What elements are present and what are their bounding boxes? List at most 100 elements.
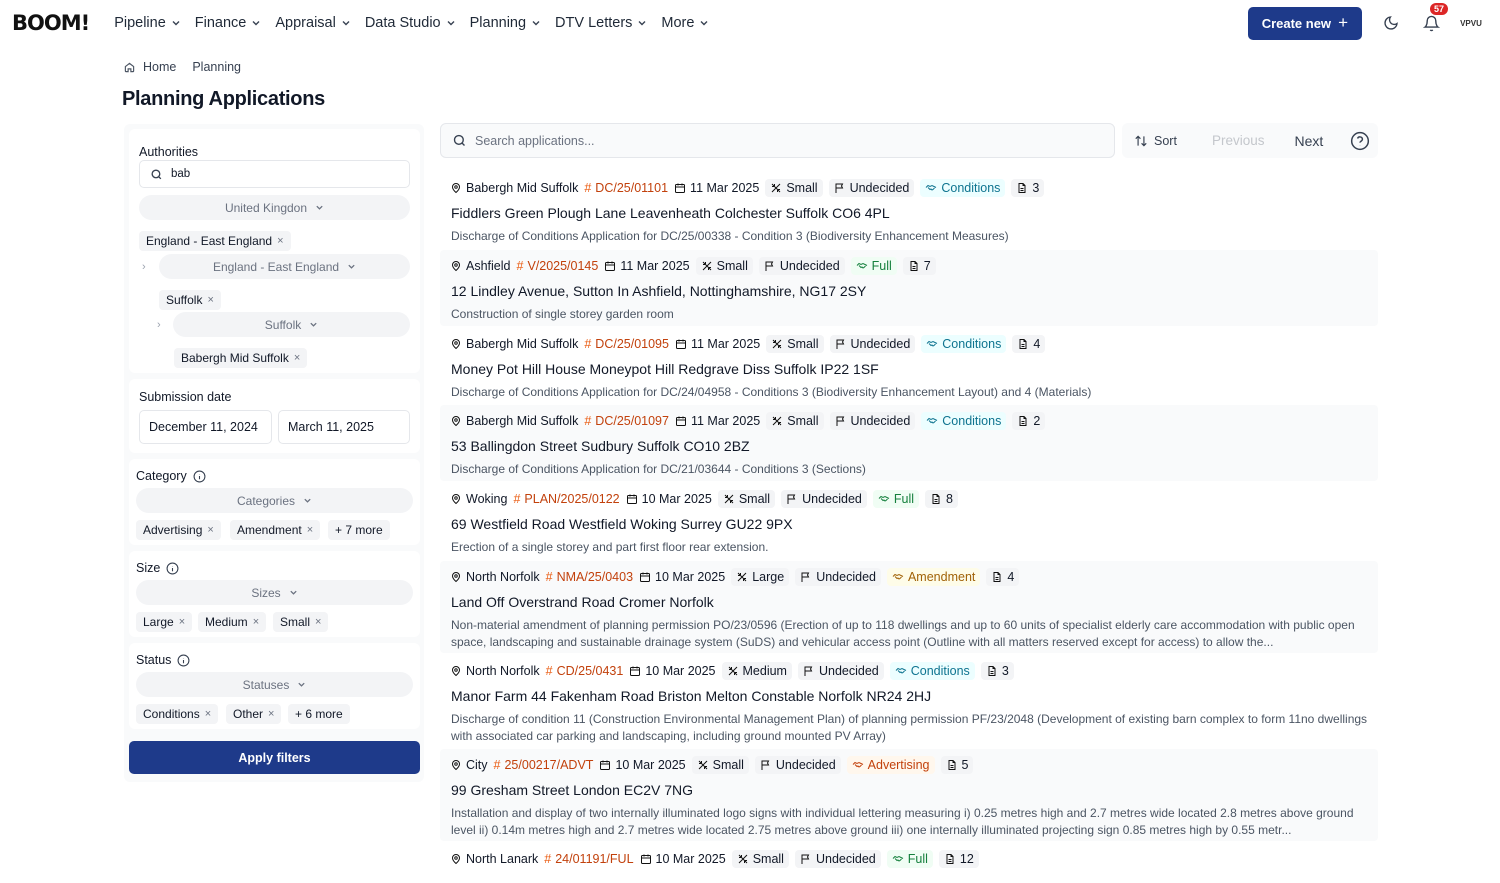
nav-item-label: DTV Letters — [555, 15, 633, 31]
notifications-button[interactable]: 57 — [1420, 3, 1448, 34]
expand-chevron-icon[interactable]: › — [157, 319, 161, 331]
status-label-group: Status — [136, 653, 190, 667]
status-select[interactable]: Statuses — [136, 672, 413, 697]
reference[interactable]: #25/00217/ADVT — [494, 758, 594, 772]
remove-chip-icon[interactable]: × — [179, 616, 185, 628]
remove-chip-icon[interactable]: × — [315, 616, 321, 628]
reference[interactable]: # CD/25/0431 — [546, 664, 624, 678]
size-chip[interactable]: Small × — [273, 612, 329, 632]
remove-chip-icon[interactable]: × — [207, 294, 213, 306]
size-chip[interactable]: Medium × — [198, 612, 267, 632]
category-chip[interactable]: Amendment × — [230, 520, 321, 540]
reference[interactable]: #24/01191/FUL — [544, 852, 633, 866]
application-row[interactable]: North Lanark #24/01191/FUL 10 Mar 2025 Smal… — [440, 843, 1378, 883]
authority: Ashfield — [450, 259, 510, 273]
remove-chip-icon[interactable]: × — [277, 235, 283, 247]
size-chip[interactable]: Large × — [136, 612, 193, 632]
application-description: Non-material amendment of planning permi… — [451, 618, 1355, 649]
application-address[interactable]: 69 Westfield Road Westfield Woking Surre… — [451, 516, 793, 532]
create-new-button[interactable]: Create new + — [1247, 6, 1362, 40]
nav-item-finance[interactable]: Finance — [188, 0, 269, 46]
apply-filters-button[interactable]: Apply filters — [129, 741, 420, 774]
reference[interactable]: # V/2025/0145 — [516, 259, 598, 273]
type-value: Conditions — [941, 181, 1001, 195]
remove-chip-icon[interactable]: × — [294, 352, 300, 364]
home-icon — [124, 62, 135, 72]
county-select[interactable]: Suffolk — [173, 312, 410, 337]
nav-item-more[interactable]: More — [654, 0, 716, 46]
expand-chevron-icon[interactable]: › — [142, 261, 146, 273]
reference[interactable]: # DC/25/01101 — [584, 181, 668, 195]
document-icon — [946, 854, 954, 864]
application-address[interactable]: 99 Gresham Street London EC2V 7NG — [451, 782, 693, 798]
nav-item-appraisal[interactable]: Appraisal — [268, 0, 357, 46]
user-avatar[interactable]: VPVU — [1460, 12, 1482, 34]
country-select[interactable]: United Kingdon — [139, 195, 410, 220]
status-chip[interactable]: Other × — [226, 704, 282, 724]
plus-icon: + — [1338, 13, 1348, 32]
applications-search-input[interactable] — [475, 133, 1075, 148]
nav-item-data-studio[interactable]: Data Studio — [358, 0, 463, 46]
sort-button[interactable]: Sort — [1122, 123, 1189, 158]
date-to-input[interactable]: March 11, 2025 — [278, 410, 410, 444]
application-row[interactable]: Babergh Mid Suffolk # DC/25/01101 11 Mar 20… — [440, 172, 1378, 248]
reference[interactable]: # PLAN/2025/0122 — [513, 492, 619, 506]
location-pin-icon — [451, 760, 461, 771]
remove-chip-icon[interactable]: × — [207, 524, 213, 536]
application-address[interactable]: Manor Farm 44 Fakenham Road Briston Melt… — [451, 688, 931, 704]
authorities-search-input[interactable]: bab — [139, 160, 410, 188]
info-icon[interactable] — [166, 562, 179, 575]
chip-label: England - East England — [146, 234, 273, 248]
date-from-input[interactable]: December 11, 2024 — [139, 410, 272, 444]
category-chip[interactable]: Advertising × — [136, 520, 221, 540]
app-logo[interactable]: BOOM! — [12, 11, 90, 35]
reference[interactable]: # DC/25/01095 — [584, 337, 669, 351]
region-chip[interactable]: Suffolk × — [159, 290, 221, 310]
application-row[interactable]: North Norfolk # NMA/25/0403 10 Mar 2025 Larg… — [440, 561, 1378, 653]
country-chip[interactable]: England - East England × — [139, 231, 291, 251]
handshake-icon — [852, 761, 863, 768]
application-row[interactable]: Babergh Mid Suffolk # DC/25/01097 11 Mar 20… — [440, 405, 1378, 481]
decision-value: Undecided — [815, 852, 876, 866]
application-address[interactable]: 53 Ballingdon Street Sudbury Suffolk CO1… — [451, 438, 750, 454]
nav-item-dtv-letters[interactable]: DTV Letters — [548, 0, 654, 46]
region-select[interactable]: England - East England — [159, 254, 410, 279]
remove-chip-icon[interactable]: × — [253, 616, 259, 628]
remove-chip-icon[interactable]: × — [205, 708, 211, 720]
chevron-down-icon — [304, 498, 311, 503]
application-address[interactable]: 12 Lindley Avenue, Sutton In Ashfield, N… — [451, 283, 866, 299]
document-icon — [948, 760, 955, 770]
application-row[interactable]: City #25/00217/ADVT 10 Mar 2025 Small Undeci… — [440, 749, 1378, 841]
topbar-actions: Create new + 57 VPVU — [1247, 0, 1482, 46]
category-select[interactable]: Categories — [136, 488, 413, 513]
next-page-button[interactable]: Next — [1279, 133, 1338, 149]
reference[interactable]: # NMA/25/0403 — [546, 570, 633, 584]
info-icon[interactable] — [193, 470, 206, 483]
country-select-value: United Kingdon — [224, 200, 308, 215]
application-row[interactable]: Woking # PLAN/2025/0122 10 Mar 2025 Small Und… — [440, 483, 1378, 559]
decision-tag: Undecided — [797, 662, 884, 680]
nav-item-pipeline[interactable]: Pipeline — [107, 0, 188, 46]
dark-mode-toggle[interactable] — [1380, 12, 1402, 34]
category-more-chip[interactable]: + 7 more — [328, 520, 390, 540]
status-more-chip[interactable]: + 6 more — [288, 704, 350, 724]
info-icon[interactable] — [177, 654, 190, 667]
application-address[interactable]: Land Off Overstrand Road Cromer Norfolk — [451, 594, 714, 610]
application-address[interactable]: Fiddlers Green Plough Lane Leavenheath C… — [451, 205, 890, 221]
county-chip[interactable]: Babergh Mid Suffolk × — [174, 348, 308, 368]
application-row[interactable]: Ashfield # V/2025/0145 11 Mar 2025 Small Unde… — [440, 250, 1378, 326]
help-icon[interactable] — [1350, 131, 1370, 151]
reference[interactable]: # DC/25/01097 — [584, 414, 669, 428]
size-select[interactable]: Sizes — [136, 580, 413, 605]
application-row[interactable]: Babergh Mid Suffolk # DC/25/01095 11 Mar 20… — [440, 328, 1378, 403]
nav-item-planning[interactable]: Planning — [463, 0, 548, 46]
previous-page-button[interactable]: Previous — [1197, 133, 1280, 148]
application-address[interactable]: Money Pot Hill House Moneypot Hill Redgr… — [451, 361, 879, 377]
ruler-icon — [724, 494, 734, 504]
application-row[interactable]: North Norfolk # CD/25/0431 10 Mar 2025 Mediu… — [440, 655, 1378, 747]
breadcrumb-home-link[interactable]: Home — [143, 60, 176, 74]
application-meta: City #25/00217/ADVT 10 Mar 2025 Small Undeci… — [450, 756, 974, 774]
remove-chip-icon[interactable]: × — [268, 708, 274, 720]
status-chip[interactable]: Conditions × — [136, 704, 219, 724]
remove-chip-icon[interactable]: × — [307, 524, 313, 536]
